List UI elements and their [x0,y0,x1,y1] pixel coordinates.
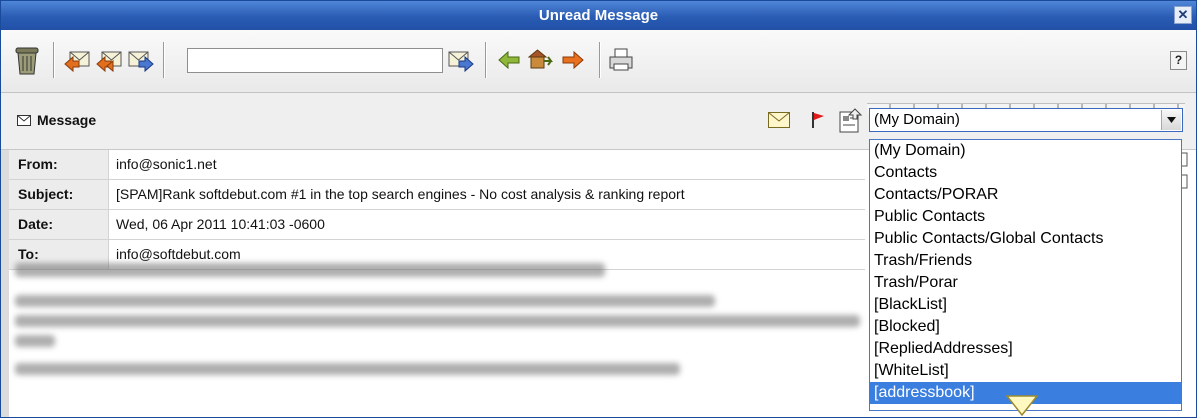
folder-dropdown-list: (My Domain) Contacts Contacts/PORAR Publ… [869,139,1182,411]
field-row-subject: Subject: [SPAM]Rank softdebut.com #1 in … [9,180,865,210]
add-contact-icon[interactable] [839,108,863,139]
dropdown-option[interactable]: [RepliedAddresses] [870,338,1181,360]
unread-message-window: Unread Message ✕ ? Message (My Domain) F… [0,0,1197,418]
trash-icon[interactable] [11,42,43,78]
print-icon[interactable] [605,42,637,78]
message-label-text: Message [37,112,97,128]
forward-arrow-icon[interactable] [557,42,589,78]
flag-icon[interactable] [811,111,825,134]
dropdown-option[interactable]: Contacts [870,162,1181,184]
toolbar-separator [163,42,164,78]
close-icon[interactable]: ✕ [1174,6,1192,24]
chevron-down-icon[interactable] [1161,110,1181,130]
dropdown-option[interactable]: Trash/Porar [870,272,1181,294]
field-row-date: Date: Wed, 06 Apr 2011 10:41:03 -0600 [9,210,865,240]
window-title: Unread Message [538,7,659,24]
message-label: Message [17,112,96,128]
back-arrow-icon[interactable] [493,42,525,78]
search-input[interactable] [187,48,443,73]
from-label: From: [9,150,109,179]
dropdown-option[interactable]: (My Domain) [870,140,1181,162]
help-button[interactable]: ? [1170,51,1187,70]
envelope-icon[interactable] [768,112,790,133]
subject-label: Subject: [9,180,109,209]
title-bar[interactable]: Unread Message ✕ [1,1,1196,30]
toolbar-separator [53,42,54,78]
date-label: Date: [9,210,109,239]
dropdown-option[interactable]: Trash/Friends [870,250,1181,272]
mouse-cursor-icon [1004,393,1040,417]
reply-icon[interactable] [61,42,93,78]
subject-value: [SPAM]Rank softdebut.com #1 in the top s… [116,186,685,202]
go-icon[interactable] [445,42,477,78]
dropdown-option[interactable]: Public Contacts [870,206,1181,228]
message-fields: From: info@sonic1.net Subject: [SPAM]Ran… [9,150,865,270]
dropdown-option[interactable]: [BlackList] [870,294,1181,316]
dropdown-option[interactable]: Public Contacts/Global Contacts [870,228,1181,250]
envelope-icon [17,114,31,126]
message-body-blurred [15,263,865,383]
toolbar-separator [599,42,600,78]
date-value: Wed, 06 Apr 2011 10:41:03 -0600 [116,216,325,232]
dropdown-option[interactable]: Contacts/PORAR [870,184,1181,206]
forward-icon[interactable] [125,42,157,78]
field-row-from: From: info@sonic1.net [9,150,865,180]
folder-select[interactable]: (My Domain) [869,108,1183,132]
dropdown-option[interactable]: [WhiteList] [870,360,1181,382]
home-icon[interactable] [525,42,557,78]
from-value[interactable]: info@sonic1.net [109,150,217,179]
left-margin [1,150,9,417]
toolbar: ? [1,30,1196,93]
folder-select-value: (My Domain) [874,111,960,128]
reply-all-icon[interactable] [93,42,125,78]
toolbar-separator [485,42,486,78]
dropdown-option[interactable]: [Blocked] [870,316,1181,338]
